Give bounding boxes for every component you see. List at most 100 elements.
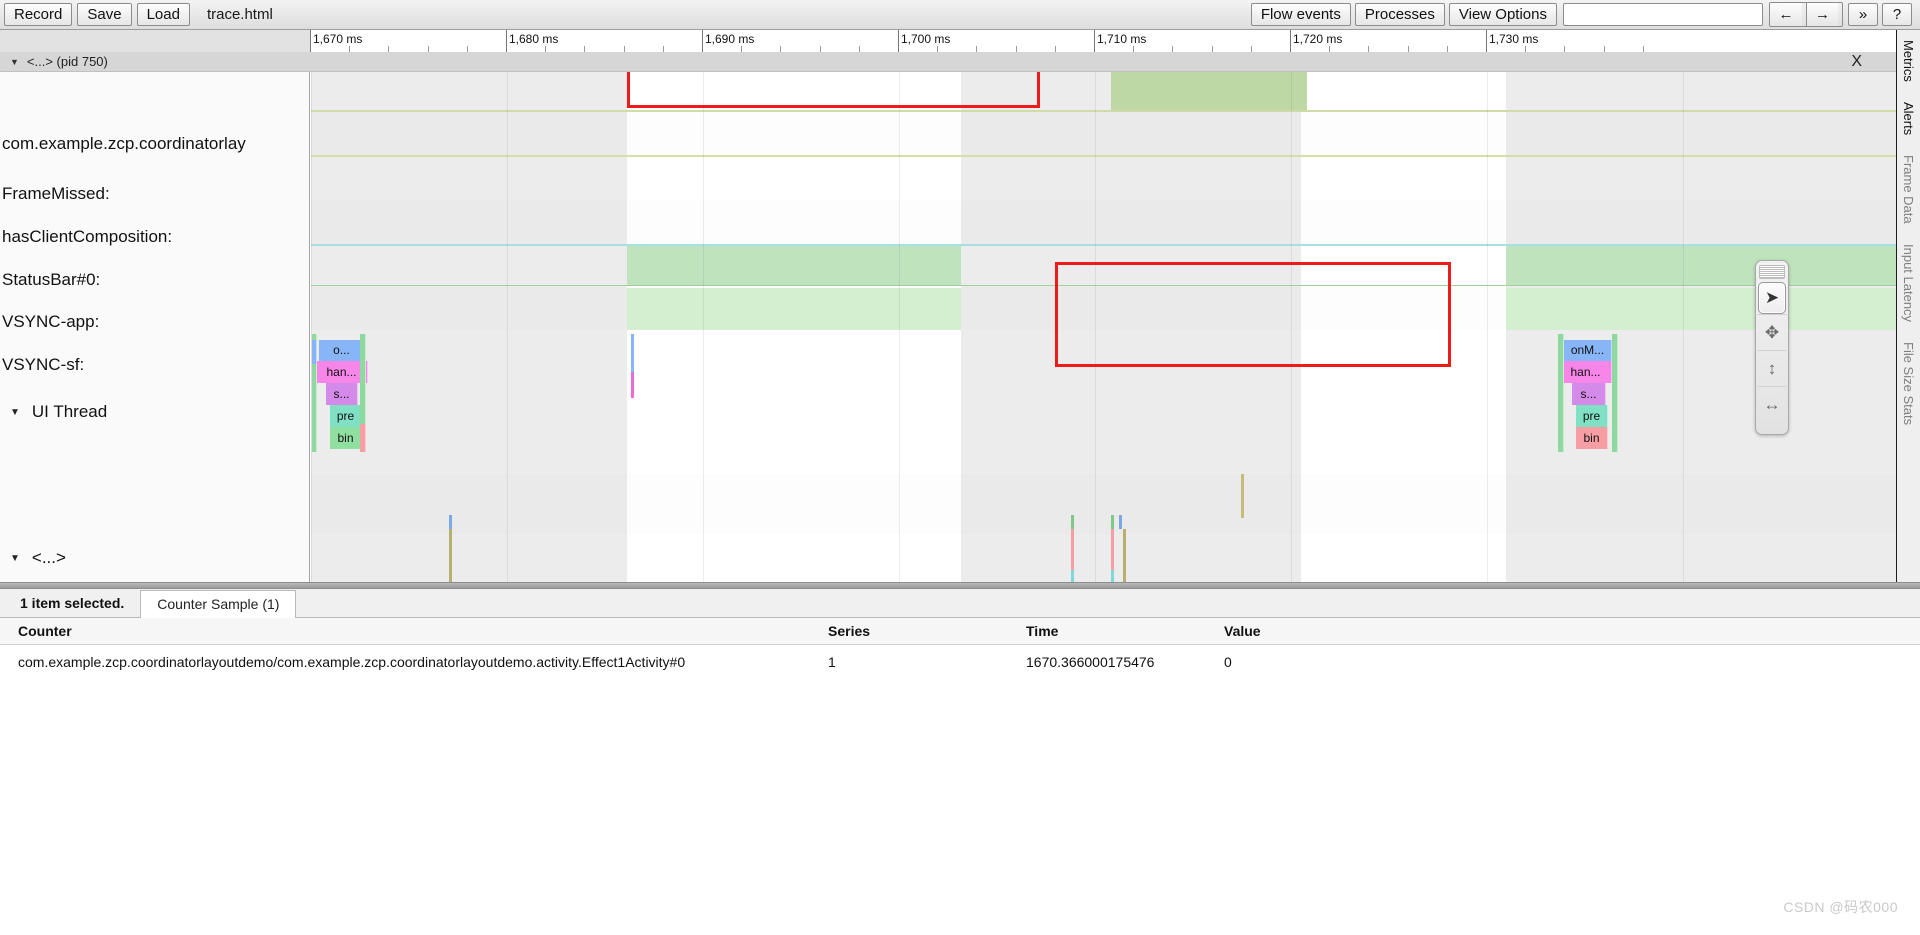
- spike-green-b[interactable]: [1071, 515, 1074, 529]
- nav-next-button[interactable]: →: [1806, 3, 1838, 26]
- fit-horizontal-icon[interactable]: ↔: [1757, 386, 1787, 422]
- timeline-gridline-1: [507, 72, 508, 582]
- spike-blue-a[interactable]: [449, 515, 452, 529]
- detail-table-header: Counter Series Time Value: [0, 618, 1920, 645]
- framemissed-baseline: [311, 155, 1906, 157]
- help-button[interactable]: ?: [1882, 3, 1912, 26]
- vsync-app-baseline: [311, 285, 1906, 286]
- cell-value: 0: [1224, 654, 1232, 670]
- top-toolbar: Record Save Load trace.html Flow events …: [0, 0, 1920, 30]
- save-button[interactable]: Save: [77, 3, 132, 26]
- navigation-widget[interactable]: ➤ ✥ ↕ ↔: [1755, 260, 1789, 435]
- track-label-6[interactable]: ▼ UI Thread: [0, 402, 107, 422]
- timeline-gridline-3: [899, 72, 900, 582]
- vsync-sf-band-1: [1506, 288, 1906, 330]
- track-label-3: StatusBar#0:: [2, 270, 101, 289]
- right-tab-alerts[interactable]: Alerts: [1897, 92, 1920, 145]
- spike-cyan-b[interactable]: [1071, 570, 1074, 582]
- spike-green-c[interactable]: [1111, 515, 1114, 529]
- track-label-text: UI Thread: [31, 402, 108, 421]
- ui-thread-slice-left-4[interactable]: bin: [330, 427, 362, 449]
- counter-green-region: [1111, 72, 1307, 110]
- column-header-value[interactable]: Value: [1224, 623, 1261, 639]
- column-header-counter[interactable]: Counter: [18, 623, 72, 639]
- ui-thread-right-edge-green-a[interactable]: [1558, 334, 1564, 452]
- ruler-tick-label: 1,730 ms: [1489, 32, 1539, 46]
- processes-button[interactable]: Processes: [1354, 3, 1445, 26]
- spike-cyan-c[interactable]: [1111, 570, 1114, 582]
- ui-thread-slice-right-0[interactable]: onM...: [1564, 340, 1612, 361]
- ui-thread-slice-left-3[interactable]: pre: [330, 405, 362, 427]
- column-header-series[interactable]: Series: [828, 623, 870, 639]
- overflow-button[interactable]: »: [1848, 3, 1878, 26]
- column-header-time[interactable]: Time: [1026, 623, 1058, 639]
- ui-thread-slice-right-3[interactable]: pre: [1576, 405, 1608, 427]
- timeline-gridline-0: [311, 72, 312, 582]
- timeline-ruler-row: 1,670 ms 1,680 ms 1,690 ms 1,700 ms 1,710 ms…: [0, 30, 1920, 52]
- cursor-arrow-icon[interactable]: ➤: [1758, 282, 1786, 314]
- nav-prev-button[interactable]: ←: [1770, 3, 1802, 26]
- drag-handle[interactable]: [1759, 265, 1785, 279]
- timeline-gridline-2: [703, 72, 704, 582]
- ui-thread-right-edge-green-b[interactable]: [1612, 334, 1618, 452]
- timeline-gridline-7: [1683, 72, 1684, 582]
- detail-panel: 1 item selected. Counter Sample (1) Coun…: [0, 589, 1920, 935]
- track-label-4: VSYNC-app:: [2, 312, 100, 331]
- right-tab-input-latency[interactable]: Input Latency: [1897, 234, 1920, 332]
- right-tab-file-size-stats[interactable]: File Size Stats: [1897, 332, 1920, 435]
- ui-thread-left-edge-blue[interactable]: [312, 340, 317, 364]
- track-label-7[interactable]: ▼ <...>: [0, 548, 66, 568]
- spike-olive-d[interactable]: [1241, 474, 1244, 518]
- spike-olive-a[interactable]: [449, 529, 452, 582]
- track-label-text: <...>: [31, 548, 66, 567]
- load-button[interactable]: Load: [136, 3, 190, 26]
- track-label-0: com.example.zcp.coordinatorlay: [2, 134, 246, 153]
- chevron-down-icon[interactable]: ▼: [10, 57, 19, 67]
- spike-olive-c[interactable]: [1123, 529, 1126, 582]
- selection-status: 1 item selected.: [20, 595, 125, 611]
- chevron-down-icon[interactable]: ▼: [10, 407, 20, 418]
- vsync-app-band-0: [627, 246, 961, 286]
- process-group-title: <...> (pid 750): [26, 54, 108, 69]
- ui-thread-slice-left-0[interactable]: o...: [319, 340, 365, 361]
- timeline-canvas[interactable]: ▲ ▼ o...han...s...prebinonM...han...s...…: [311, 72, 1920, 582]
- ui-thread-marker-pink[interactable]: [631, 372, 634, 398]
- timeline-gridline-4: [1095, 72, 1096, 582]
- flow-events-button[interactable]: Flow events: [1250, 3, 1351, 26]
- tab-counter-sample[interactable]: Counter Sample (1): [140, 590, 297, 618]
- ui-thread-left-edge-pink[interactable]: [360, 424, 366, 452]
- right-side-tabs: Metrics Alerts Frame Data Input Latency File…: [1896, 30, 1920, 582]
- record-button[interactable]: Record: [4, 3, 73, 26]
- search-input[interactable]: [1563, 3, 1763, 26]
- timeline-ruler[interactable]: 1,670 ms 1,680 ms 1,690 ms 1,700 ms 1,710 ms…: [310, 30, 1920, 52]
- process-group-header[interactable]: ▼ <...> (pid 750) X: [0, 52, 1920, 72]
- watermark: CSDN @码农000: [1783, 899, 1898, 915]
- track-label-2: hasClientComposition:: [2, 227, 173, 246]
- ui-thread-slice-right-1[interactable]: han...: [1560, 361, 1612, 383]
- right-tab-metrics[interactable]: Metrics: [1897, 30, 1920, 92]
- pan-move-icon[interactable]: ✥: [1757, 314, 1787, 350]
- trace-file-name: trace.html: [206, 6, 273, 23]
- ruler-tick-label: 1,720 ms: [1293, 32, 1343, 46]
- time-shade-band-0: [311, 72, 627, 582]
- statusbar-baseline: [311, 244, 1906, 246]
- toolbar-right-group: Flow events Processes View Options ← → »…: [1250, 2, 1916, 27]
- zoom-vertical-icon[interactable]: ↕: [1757, 350, 1787, 386]
- chevron-down-icon[interactable]: ▼: [10, 553, 20, 564]
- ui-thread-marker-blue[interactable]: [631, 334, 634, 374]
- panel-splitter[interactable]: [0, 582, 1920, 589]
- vsync-app-band-1: [1506, 246, 1906, 286]
- cell-time: 1670.366000175476: [1026, 654, 1155, 670]
- track-label-5: VSYNC-sf:: [2, 355, 85, 374]
- vsync-sf-band-0: [627, 288, 961, 330]
- ruler-left-gutter: [0, 30, 310, 52]
- right-tab-frame-data[interactable]: Frame Data: [1897, 145, 1920, 234]
- view-options-button[interactable]: View Options: [1448, 3, 1557, 26]
- ui-thread-slice-right-2[interactable]: s...: [1572, 383, 1606, 405]
- ui-thread-slice-left-2[interactable]: s...: [326, 383, 358, 405]
- ruler-tick-label: 1,710 ms: [1097, 32, 1147, 46]
- ui-thread-slice-right-4[interactable]: bin: [1576, 427, 1608, 449]
- close-icon[interactable]: X: [1851, 53, 1862, 71]
- ruler-tick-label: 1,680 ms: [509, 32, 559, 46]
- spike-blue-c[interactable]: [1119, 515, 1122, 529]
